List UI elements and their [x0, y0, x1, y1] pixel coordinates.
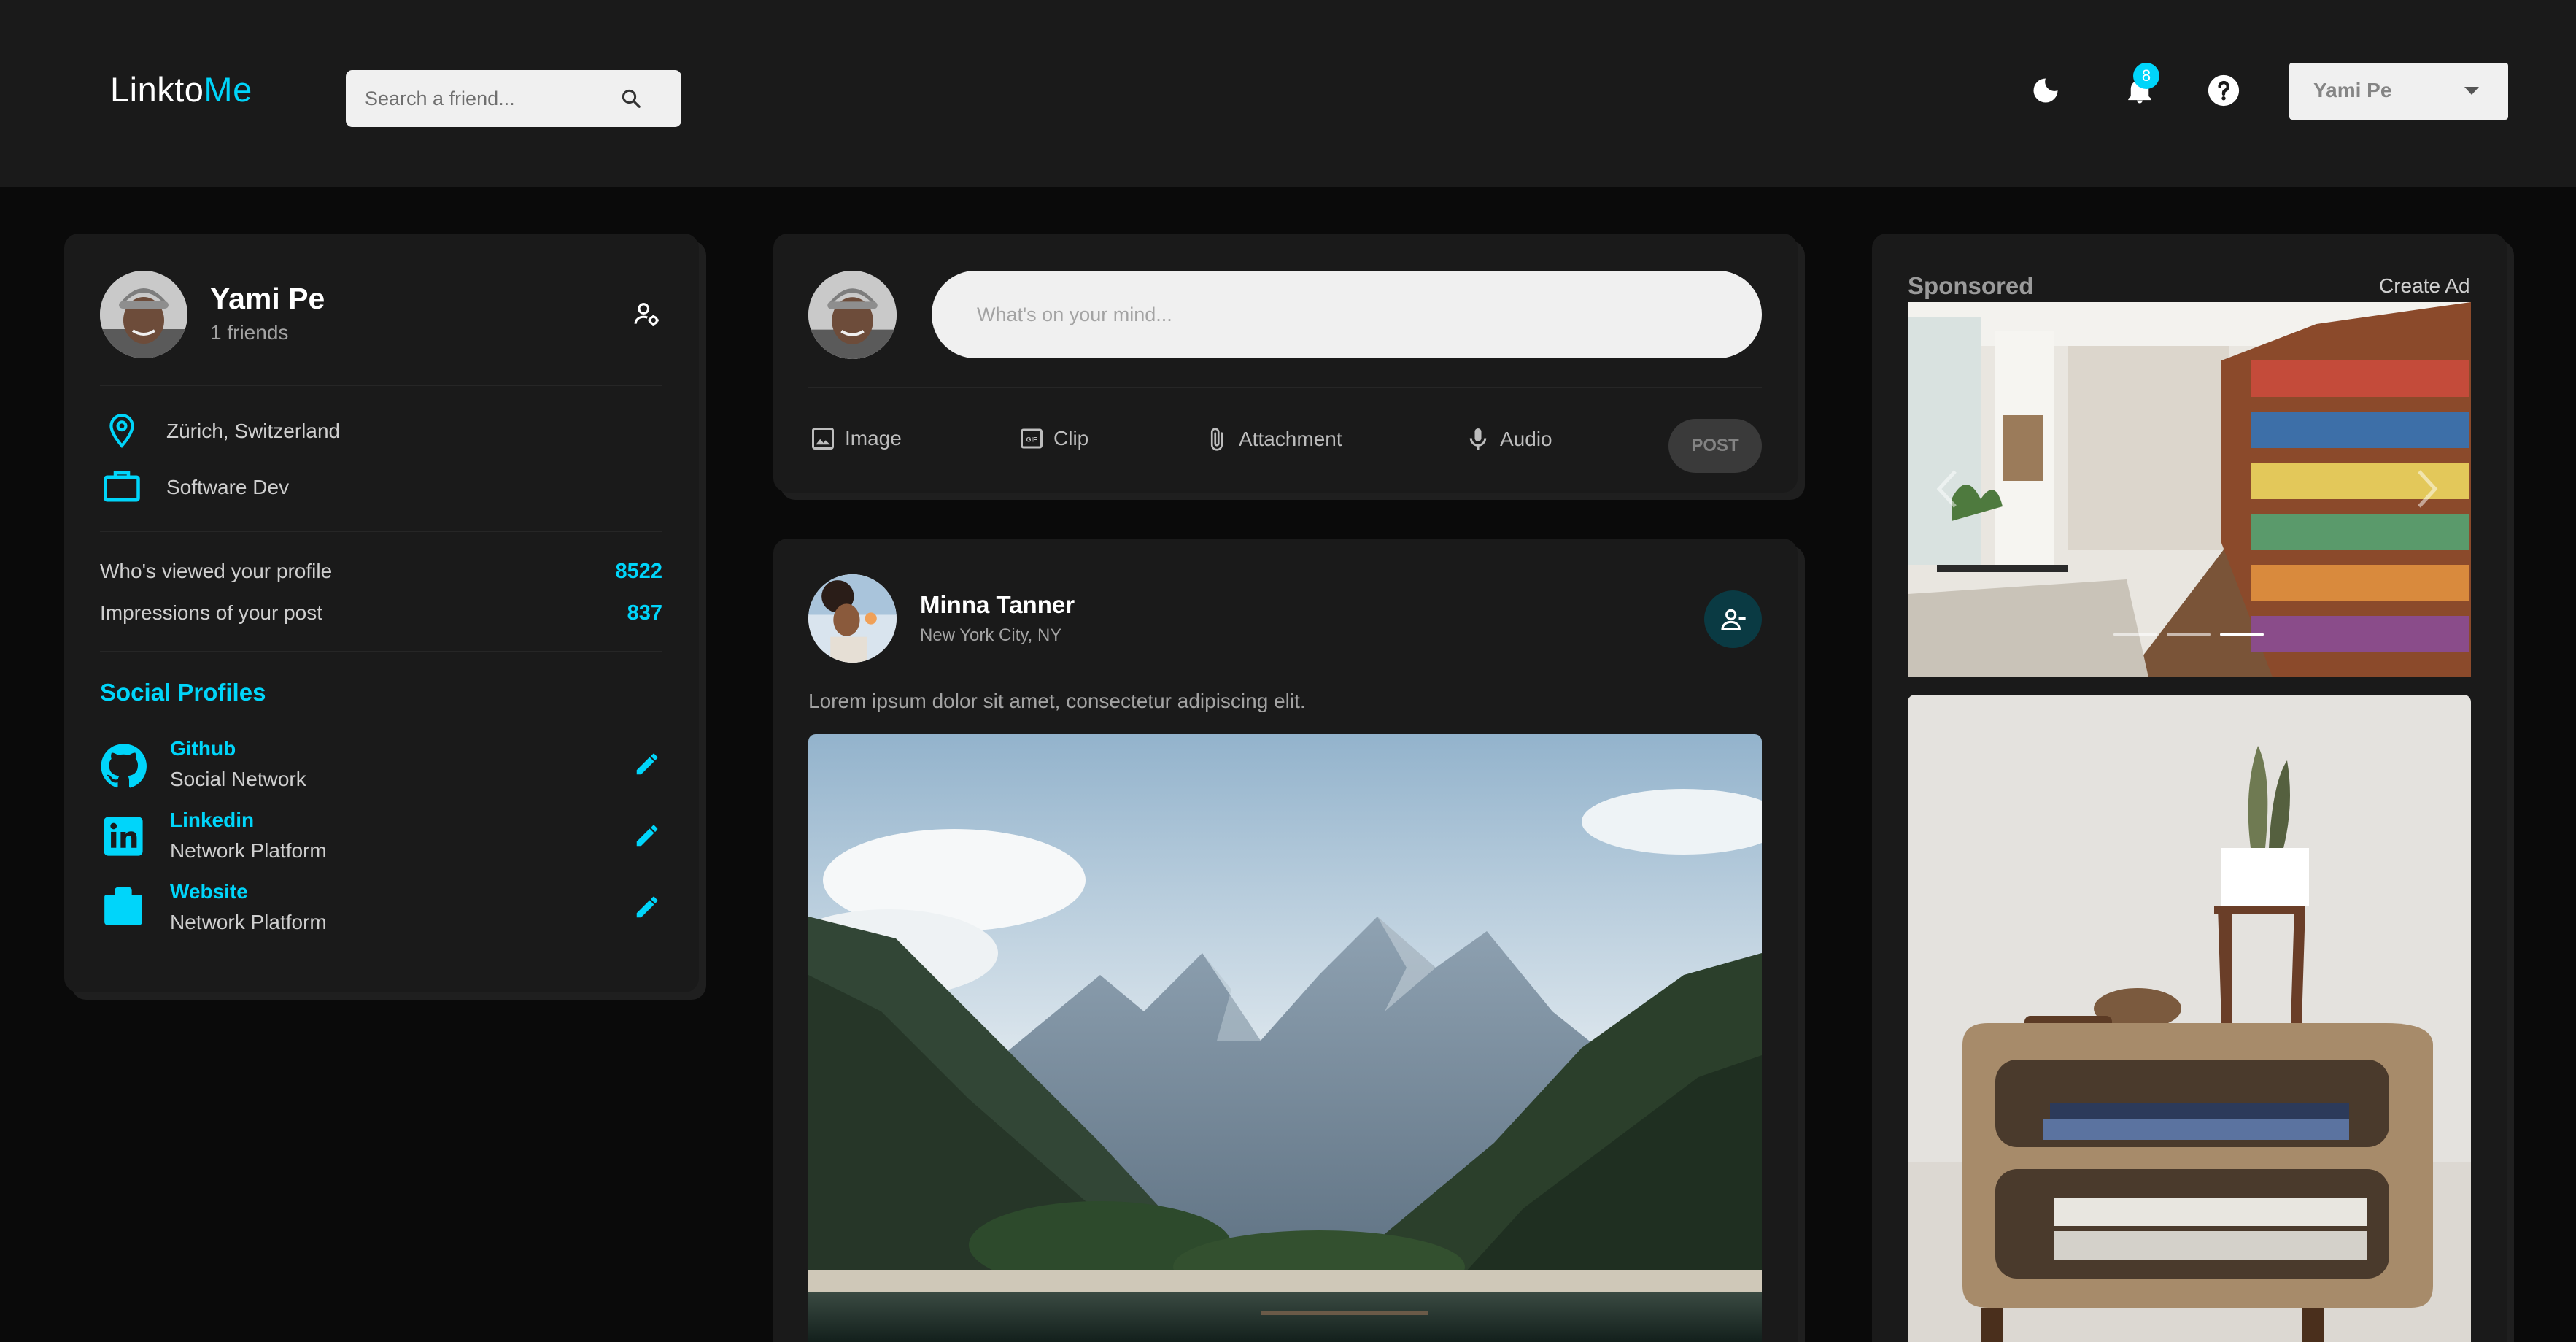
briefcase-outline-icon — [104, 471, 140, 502]
app-logo[interactable]: LinktoMe — [110, 69, 252, 109]
carousel-dot-3[interactable] — [2220, 633, 2264, 636]
tool-attachment-label: Attachment — [1239, 428, 1342, 450]
carousel-dot-1[interactable] — [2113, 633, 2157, 636]
logo-text-me: Me — [204, 70, 252, 109]
profile-divider-3 — [100, 651, 662, 652]
profile-occupation: Software Dev — [166, 476, 290, 498]
post-button[interactable]: POST — [1668, 419, 1762, 473]
user-dropdown-label: Yami Pe — [2313, 79, 2392, 101]
github-icon[interactable] — [100, 743, 147, 790]
user-dropdown[interactable]: Yami Pe — [2289, 63, 2508, 120]
person-photo — [808, 574, 897, 663]
profile-views-value: 8522 — [615, 560, 662, 583]
impressions-label: Impressions of your post — [100, 601, 323, 624]
search-input[interactable] — [365, 70, 627, 127]
attach-audio-button[interactable]: Audio — [1465, 425, 1552, 453]
profile-name[interactable]: Yami Pe — [210, 282, 325, 316]
social-github-name[interactable]: Github — [170, 737, 236, 760]
carousel-dot-2[interactable] — [2167, 633, 2211, 636]
attach-clip-button[interactable]: GIF Clip — [1018, 425, 1088, 452]
post-body-text: Lorem ipsum dolor sit amet, consectetur … — [808, 690, 1306, 712]
profile-location: Zürich, Switzerland — [166, 420, 341, 442]
impressions-value: 837 — [627, 601, 662, 625]
social-profiles-title: Social Profiles — [100, 679, 266, 706]
post-author-avatar[interactable] — [808, 574, 897, 663]
friend-search — [346, 70, 681, 127]
moon-icon — [2033, 78, 2058, 103]
edit-pencil-icon[interactable] — [633, 750, 661, 778]
top-navbar: LinktoMe 8 Yami Pe — [0, 0, 2576, 187]
sponsored-title: Sponsored — [1908, 272, 2034, 299]
social-website-sub: Network Platform — [170, 911, 327, 933]
location-pin-icon — [109, 414, 134, 448]
carousel-next-icon[interactable] — [2412, 467, 2441, 511]
svg-text:GIF: GIF — [1026, 436, 1038, 444]
microphone-icon — [1469, 428, 1487, 450]
library-photo — [1908, 302, 2471, 677]
help-button[interactable] — [2203, 70, 2244, 111]
post-author-location: New York City, NY — [920, 625, 1062, 645]
manage-account-icon[interactable] — [633, 301, 661, 328]
tool-clip-label: Clip — [1053, 427, 1089, 450]
post-image[interactable] — [808, 734, 1762, 1342]
paperclip-icon — [1210, 428, 1223, 451]
profile-divider-1 — [100, 385, 662, 386]
help-icon — [2208, 74, 2240, 107]
person-photo — [808, 271, 897, 359]
social-website-name[interactable]: Website — [170, 880, 248, 903]
edit-pencil-icon[interactable] — [633, 822, 661, 849]
profile-views-label: Who's viewed your profile — [100, 560, 333, 582]
ad-banner-image[interactable] — [1908, 695, 2471, 1342]
edit-pencil-icon[interactable] — [633, 893, 661, 921]
person-photo — [100, 271, 187, 358]
attach-image-button[interactable]: Image — [810, 425, 902, 452]
social-github-sub: Social Network — [170, 768, 306, 790]
tool-image-label: Image — [845, 427, 902, 450]
tool-audio-label: Audio — [1500, 428, 1552, 450]
logo-text-linkto: Linkto — [110, 70, 204, 109]
person-remove-icon — [1720, 609, 1746, 630]
create-ad-link[interactable]: Create Ad — [2379, 274, 2470, 298]
briefcase-icon[interactable] — [101, 884, 146, 930]
friend-count: 1 friends — [210, 321, 289, 344]
caret-down-icon — [2464, 87, 2479, 95]
ad-carousel[interactable] — [1908, 302, 2471, 677]
profile-avatar[interactable] — [100, 271, 187, 358]
carousel-prev-icon[interactable] — [1933, 467, 1962, 511]
remove-friend-button[interactable] — [1704, 590, 1762, 648]
social-linkedin-sub: Network Platform — [170, 839, 327, 862]
post-author-name[interactable]: Minna Tanner — [920, 591, 1075, 619]
linkedin-icon[interactable] — [102, 815, 144, 857]
profile-divider-2 — [100, 531, 662, 532]
post-composer-input[interactable] — [932, 271, 1762, 358]
search-icon[interactable] — [620, 88, 642, 109]
attach-file-button[interactable]: Attachment — [1204, 425, 1342, 453]
gif-icon: GIF — [1021, 428, 1043, 449]
composer-divider — [808, 387, 1762, 388]
dark-mode-toggle[interactable] — [2025, 70, 2066, 111]
composer-avatar — [808, 271, 897, 359]
image-icon — [812, 428, 834, 450]
notification-badge: 8 — [2133, 63, 2159, 89]
wooden-cabinet-photo — [1908, 695, 2471, 1342]
social-linkedin-name[interactable]: Linkedin — [170, 809, 254, 832]
mountain-lake-photo — [808, 734, 1762, 1342]
